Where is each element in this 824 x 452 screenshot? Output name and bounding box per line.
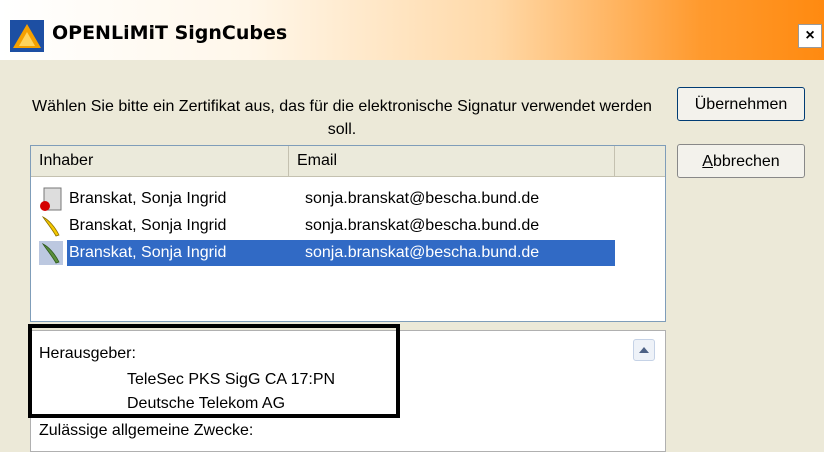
cancel-label: bbrechen [712,153,780,170]
column-header-email[interactable]: Email [289,146,615,176]
cancel-mnemonic: A [702,153,713,170]
title-bar[interactable]: OPENLiMiT SignCubes × [0,0,824,60]
close-button[interactable]: × [798,24,822,48]
instruction-text: Wählen Sie bitte ein Zertifikat aus, das… [32,98,652,138]
list-item-selected[interactable]: Branskat, Sonja Ingrid sonja.branskat@be… [31,240,665,266]
list-item[interactable]: Branskat, Sonja Ingrid sonja.branskat@be… [31,213,665,239]
holder-cell: Branskat, Sonja Ingrid [69,244,227,261]
holder-cell: Branskat, Sonja Ingrid [69,190,227,207]
certificate-card-icon [40,187,62,211]
holder-cell: Branskat, Sonja Ingrid [69,217,227,234]
list-item[interactable]: Branskat, Sonja Ingrid sonja.branskat@be… [31,186,665,212]
column-header-holder[interactable]: Inhaber [31,146,289,176]
email-cell: sonja.branskat@bescha.bund.de [305,244,540,261]
column-header-empty[interactable] [615,146,665,176]
list-header: Inhaber Email [31,146,665,177]
issuer-highlight-frame [28,324,400,418]
quill-pen-icon [41,215,60,237]
apply-button[interactable]: Übernehmen [677,87,805,121]
scroll-up-button[interactable] [633,339,655,361]
chevron-up-icon [639,347,649,353]
email-cell: sonja.branskat@bescha.bund.de [305,217,540,234]
purposes-label: Zulässige allgemeine Zwecke: [39,422,254,439]
cancel-button[interactable]: Abbrechen [677,144,805,178]
window-title: OPENLiMiT SignCubes [52,22,288,44]
quill-pen-icon [39,241,63,265]
certificate-list[interactable]: Inhaber Email Branskat, Sonja Ingrid son… [30,145,666,322]
openlimit-logo-icon [10,20,44,52]
email-cell: sonja.branskat@bescha.bund.de [305,190,540,207]
